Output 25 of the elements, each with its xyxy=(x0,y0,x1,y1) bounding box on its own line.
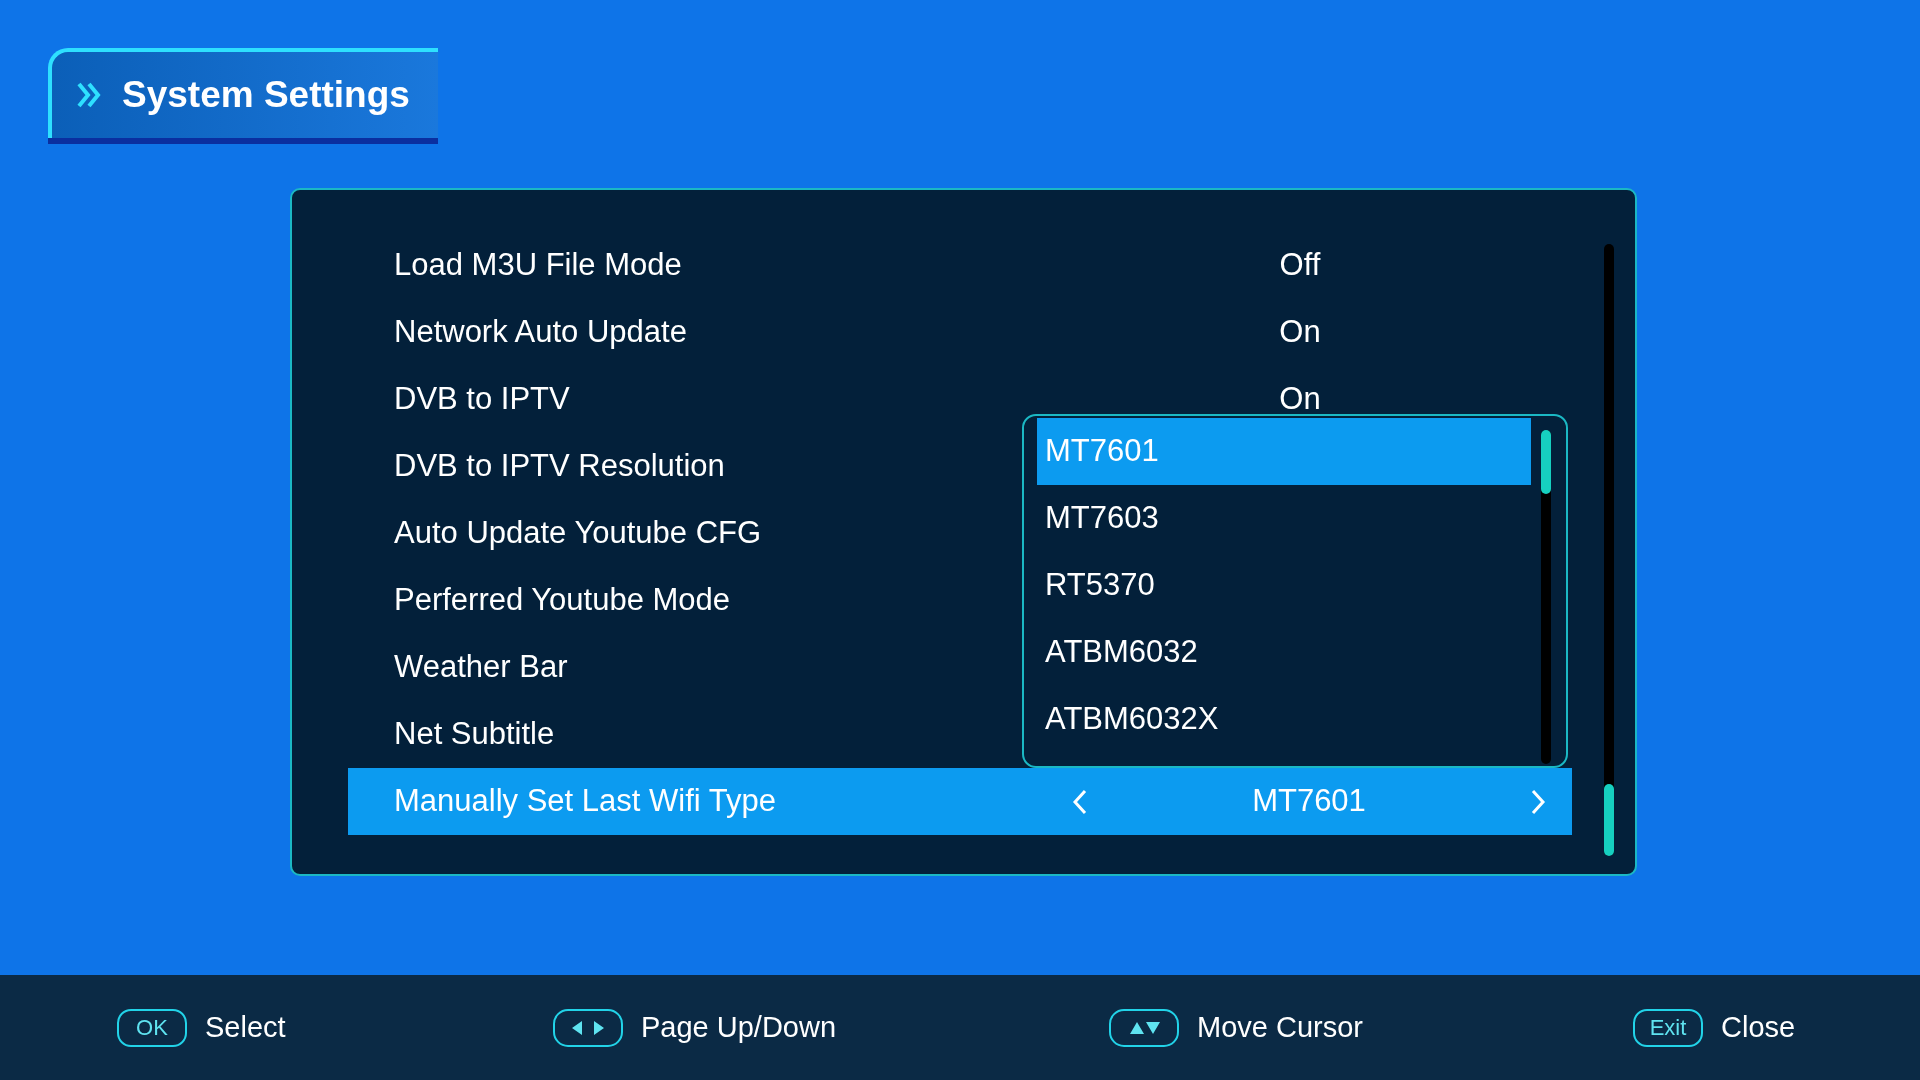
setting-value: On xyxy=(1279,380,1321,419)
dropdown-option[interactable]: RT5370 xyxy=(1037,552,1531,619)
setting-label[interactable]: DVB to IPTV xyxy=(394,376,1038,423)
footer-hint: Close xyxy=(1721,1009,1796,1045)
dropdown-scroll-thumb xyxy=(1541,430,1551,494)
right-chevron-icon[interactable] xyxy=(1530,787,1546,816)
remote-key: Exit xyxy=(1633,1008,1703,1047)
footer-hint: Page Up/Down xyxy=(641,1009,837,1045)
dropdown-option[interactable]: ATBM6032 xyxy=(1037,619,1531,686)
screen-title: System Settings xyxy=(122,73,410,118)
footer-hint: Select xyxy=(205,1009,286,1045)
setting-label[interactable]: Load M3U File Mode xyxy=(394,242,1038,289)
left-chevron-icon[interactable] xyxy=(1072,787,1088,816)
dropdown-option[interactable]: ATBM6032X xyxy=(1037,686,1531,753)
setting-value: On xyxy=(1279,313,1321,352)
footer-hint: Move Cursor xyxy=(1197,1009,1363,1045)
setting-value: Off xyxy=(1279,246,1321,285)
left-right-arrows-icon xyxy=(553,1008,623,1047)
dropdown-option[interactable]: MT7603 xyxy=(1037,485,1531,552)
remote-key: OK xyxy=(117,1008,187,1047)
up-down-arrows-icon xyxy=(1109,1008,1179,1047)
setting-label[interactable]: Network Auto Update xyxy=(394,309,1038,356)
double-chevron-icon xyxy=(76,81,102,109)
scrollbar-thumb xyxy=(1604,784,1614,856)
setting-value: MT7601 xyxy=(1252,782,1366,821)
